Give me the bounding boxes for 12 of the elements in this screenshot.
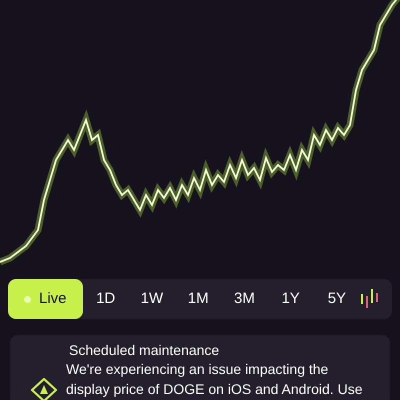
- notice-text: display price of DOGE on iOS and Android. Use: [66, 380, 362, 399]
- notice-title: Scheduled maintenance: [69, 341, 220, 359]
- notice-text: We're experiencing an issue impacting the: [66, 360, 330, 379]
- range-tab[interactable]: 1D: [82, 279, 129, 319]
- range-tab[interactable]: 3M: [221, 279, 268, 319]
- candlestick-icon[interactable]: [360, 288, 380, 310]
- range-tab[interactable]: 1Y: [268, 279, 314, 319]
- range-tab[interactable]: 1M: [175, 279, 222, 319]
- range-tab[interactable]: 1W: [128, 279, 176, 319]
- range-tab[interactable]: Live: [8, 279, 83, 319]
- range-tab[interactable]: 5Y: [314, 279, 360, 319]
- traffic-cone-icon: [30, 377, 58, 400]
